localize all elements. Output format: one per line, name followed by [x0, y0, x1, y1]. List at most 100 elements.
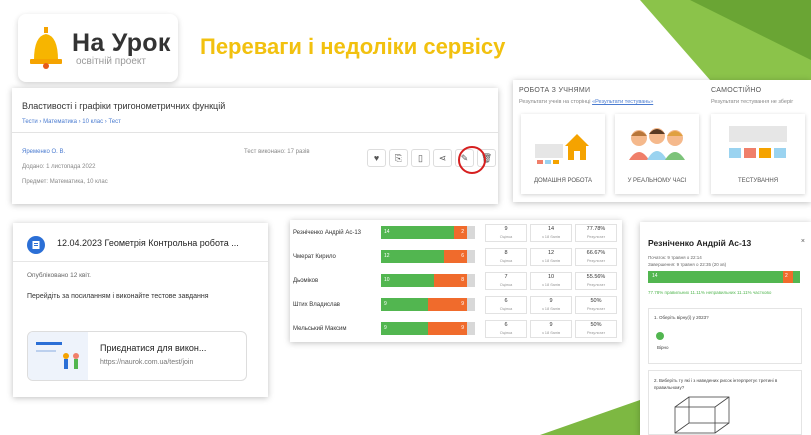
house-icon	[535, 134, 589, 164]
subject-label: Предмет: Математика, 10 клас	[22, 179, 108, 185]
bell-icon	[30, 27, 62, 69]
percent-label: Результат	[586, 306, 606, 311]
attachment-url: https://naurok.com.ua/test/join	[100, 359, 194, 366]
score-value: 9	[504, 226, 508, 232]
score-cell: 8 Оцінка	[485, 248, 527, 266]
wrong-segment: 2	[454, 226, 467, 239]
table-row[interactable]: Чмерат Кирило 12 6 8 Оцінка 12 з 18 балів 66.67…	[290, 246, 622, 270]
score-bar: 99	[381, 322, 475, 335]
score-label: Оцінка	[499, 306, 513, 311]
correct-segment: 14	[381, 226, 454, 239]
attachment-title: Приєднатися для викон...	[100, 343, 207, 353]
points-value: 9	[549, 298, 553, 304]
table-row[interactable]: Резніченко Андрій Ас-13 14 2 9 Оцінка 14 з 18 …	[290, 222, 622, 246]
students-icon	[629, 128, 685, 160]
wrong-segment: 8	[434, 274, 467, 287]
correct-segment: 12	[381, 250, 444, 263]
question-1-text: 1. Оберіть вірну(і) у 2023?	[654, 315, 709, 320]
section-students-title: РОБОТА З УЧНЯМИ	[519, 87, 591, 94]
score-value: 7	[504, 274, 508, 280]
student-name: Штих Владислав	[293, 302, 340, 308]
attachment-link[interactable]: Приєднатися для викон... https://naurok.…	[27, 331, 247, 381]
score-label: Оцінка	[499, 282, 513, 287]
divider	[12, 132, 498, 133]
work-mode-card: РОБОТА З УЧНЯМИ Результати учнів на стор…	[513, 80, 811, 202]
logo-subtitle: освітній проект	[76, 56, 146, 67]
table-row[interactable]: Штих Владислав 9 9 6 Оцінка 9 з 18 балів 50% Рез…	[290, 294, 622, 318]
score-label: Оцінка	[499, 258, 513, 263]
percent-label: Результат	[586, 234, 606, 239]
student-result-card: Резніченко Андрій Ас-13 × Початок: 9 тра…	[640, 222, 811, 435]
cube-figure	[674, 396, 730, 434]
start-time: Початок: 9 травня о 22:14	[648, 255, 702, 260]
section-self-subtitle: Результати тестування не зберіг	[711, 99, 794, 105]
author-link[interactable]: Яременко О. В.	[22, 149, 65, 155]
breadcrumb[interactable]: Тести › Математика › 10 клас › Тест	[22, 119, 121, 125]
wrong-count: 6	[461, 253, 464, 259]
green-decoration-top	[640, 0, 811, 80]
added-date: Додано: 1 листопада 2022	[22, 164, 96, 170]
points-value: 10	[547, 274, 555, 280]
tile-homework-label: ДОМАШНЯ РОБОТА	[533, 178, 593, 184]
like-button[interactable]: ♥	[367, 149, 386, 167]
table-row[interactable]: Дьоміков 10 8 7 Оцінка 10 з 18 балів 55.56% Резу…	[290, 270, 622, 294]
question-2-text: 2. Виберіть ту які і з наведених рисок і…	[654, 378, 778, 390]
percent-value: 77.78%	[586, 226, 606, 232]
points-cell: 9 з 18 балів	[530, 296, 572, 314]
percent-value: 55.56%	[586, 274, 606, 280]
wrong-segment: 6	[444, 250, 467, 263]
tile-testing[interactable]: ТЕСТУВАННЯ	[711, 114, 805, 194]
test-title: Властивості і графіки тригонометричних ф…	[22, 101, 226, 111]
copy-button[interactable]: ⎘	[389, 149, 408, 167]
tile-testing-label: ТЕСТУВАННЯ	[737, 178, 779, 184]
wrong-count: 8	[461, 277, 464, 283]
share-button[interactable]: ⋖	[433, 149, 452, 167]
assignment-icon	[27, 236, 45, 254]
highlight-circle	[458, 146, 486, 174]
close-icon[interactable]: ×	[801, 238, 805, 245]
score-bar: 14 2	[381, 226, 475, 239]
completed-count: Тест виконано: 17 разів	[244, 149, 310, 155]
assignment-title[interactable]: 12.04.2023 Геометрія Контрольна робота .…	[57, 238, 239, 248]
check-icon	[656, 332, 664, 340]
percent-label: Результат	[586, 258, 606, 263]
classroom-post-card: 12.04.2023 Геометрія Контрольна робота .…	[13, 223, 268, 397]
share-icon: ⋖	[438, 152, 447, 163]
points-label: з 18 балів	[541, 234, 561, 239]
slide-title: Переваги і недоліки сервісу	[200, 34, 506, 59]
tile-realtime[interactable]: У РЕАЛЬНОМУ ЧАСІ	[615, 114, 699, 194]
points-cell: 14 з 18 балів	[530, 224, 572, 242]
correct-segment: 9	[381, 322, 428, 335]
section-students-subtitle: Результати учнів на сторінці «Результати…	[519, 99, 653, 105]
attachment-thumbnail	[28, 332, 88, 380]
test-card: Властивості і графіки тригонометричних ф…	[12, 88, 498, 204]
percent-cell: 50% Результат	[575, 296, 617, 314]
score-bar: 99	[381, 298, 475, 311]
wrong-segment: 2	[783, 271, 793, 283]
wrong-segment: 9	[428, 298, 467, 311]
correct-count: 10	[384, 277, 390, 283]
file-button[interactable]: ▯	[411, 149, 430, 167]
wrong-count: 2	[785, 273, 788, 279]
question-1-answer: Вірно	[657, 345, 669, 350]
wrong-count: 9	[461, 325, 464, 331]
points-label: з 18 балів	[541, 258, 561, 263]
correct-count: 9	[384, 325, 387, 331]
percent-value: 50%	[590, 298, 602, 304]
table-row[interactable]: Мельський Максим 9 9 6 Оцінка 9 з 18 балів 50% Р…	[290, 318, 622, 342]
tile-homework[interactable]: ДОМАШНЯ РОБОТА	[521, 114, 605, 194]
points-label: з 18 балів	[541, 306, 561, 311]
naurok-logo: На Урок освітній проект	[18, 14, 178, 82]
percent-label: Результат	[586, 282, 606, 287]
results-link[interactable]: «Результати тестувань»	[592, 99, 653, 105]
student-name: Резніченко Андрій Ас-13	[293, 230, 361, 236]
student-name: Мельський Максим	[293, 326, 347, 332]
tile-realtime-label: У РЕАЛЬНОМУ ЧАСІ	[627, 178, 687, 184]
score-bar: 14 2	[648, 271, 800, 283]
score-cell: 9 Оцінка	[485, 224, 527, 242]
points-cell: 9 з 18 балів	[530, 320, 572, 338]
score-legend: 77.78% правильних 11.11% неправильних 11…	[648, 290, 772, 295]
correct-segment: 9	[381, 298, 428, 311]
score-label: Оцінка	[499, 234, 513, 239]
student-name: Дьоміков	[293, 278, 319, 284]
